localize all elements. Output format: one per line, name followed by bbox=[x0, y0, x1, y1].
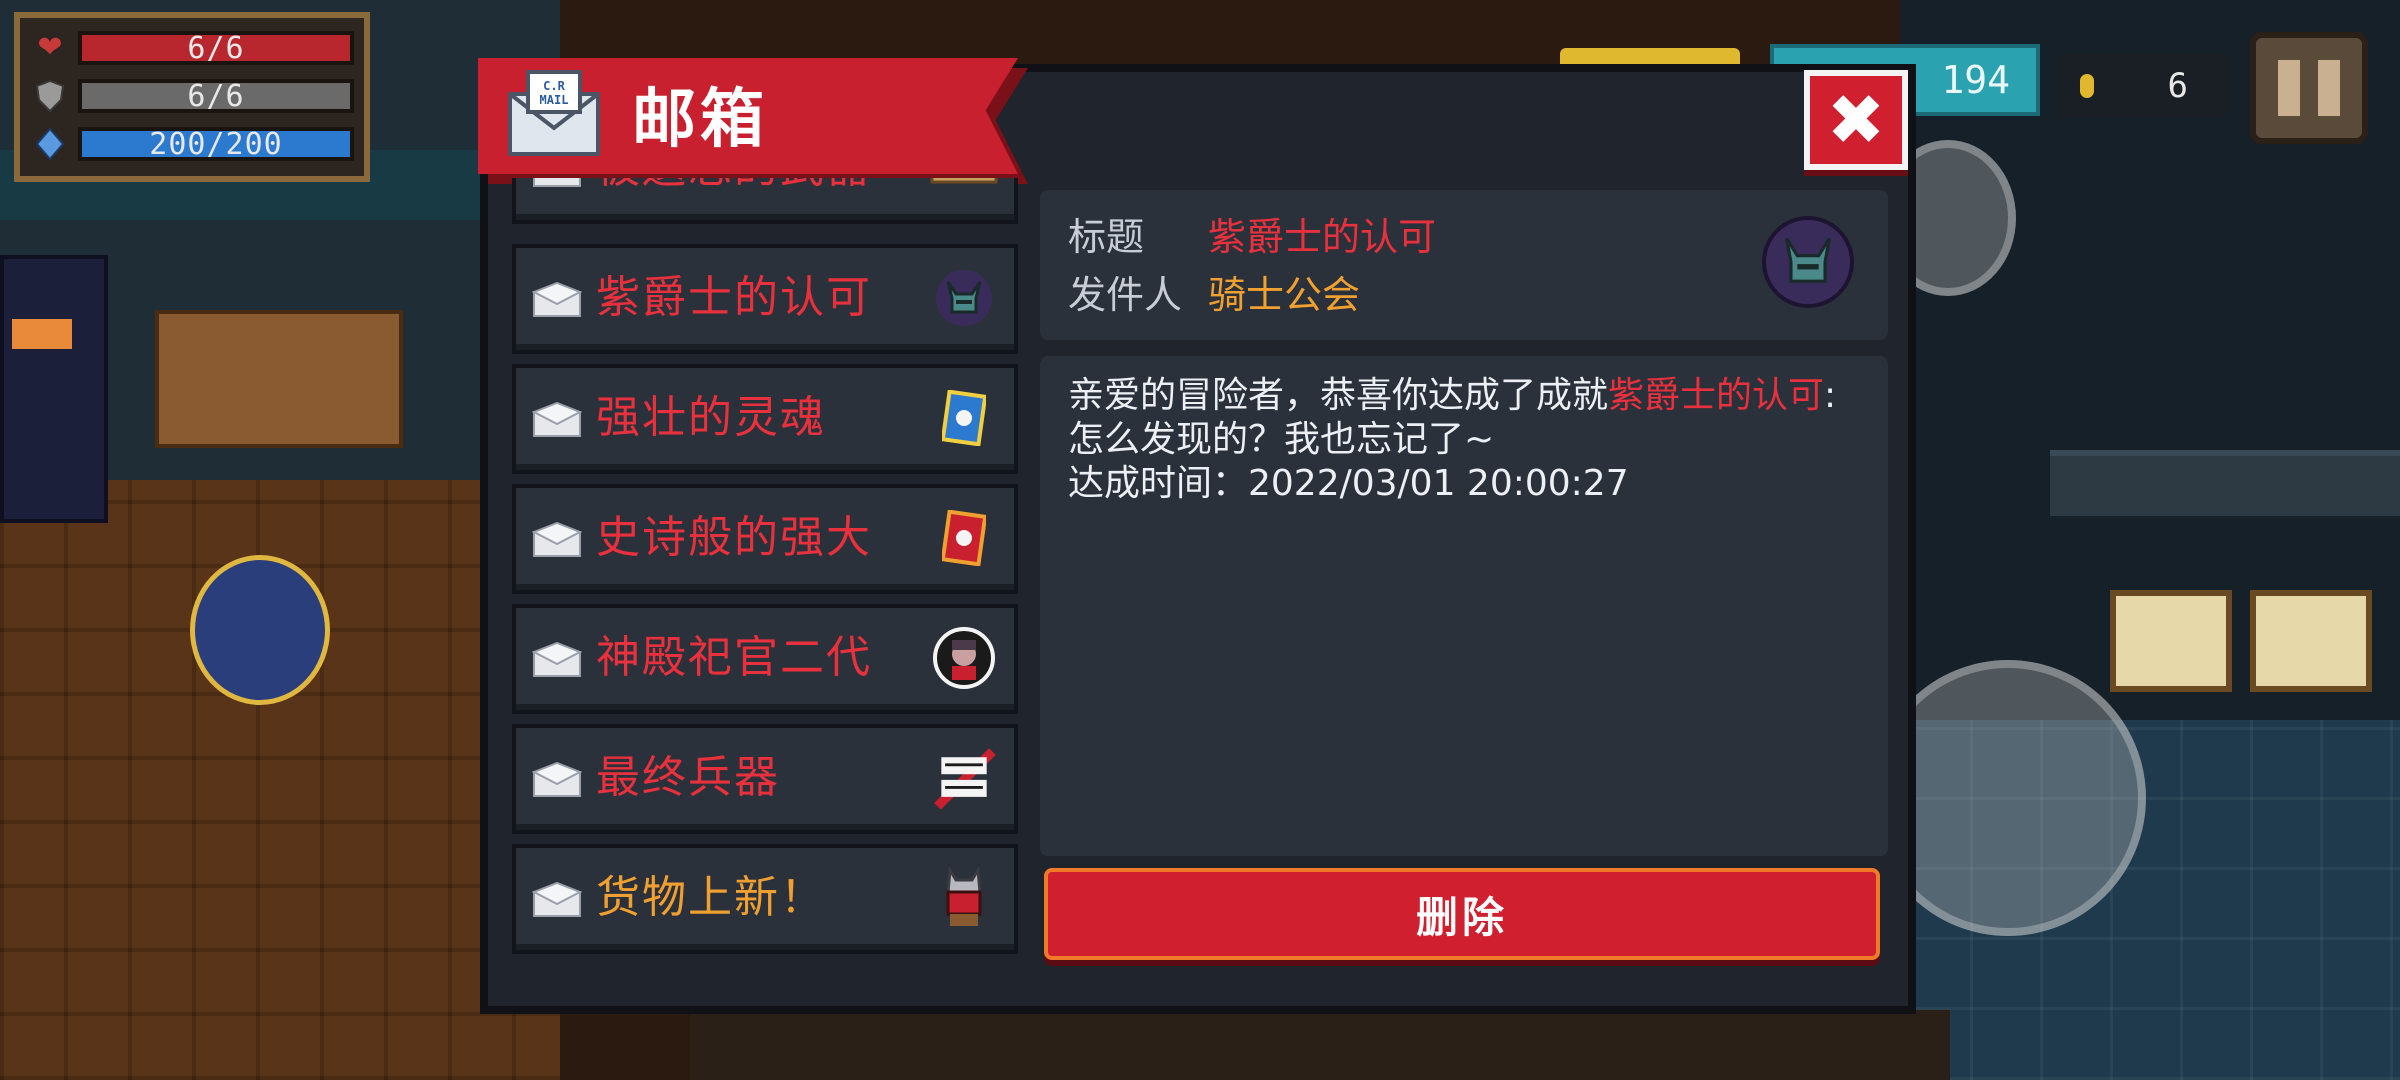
open-envelope-icon bbox=[532, 178, 582, 188]
vending-machine bbox=[0, 255, 108, 523]
body-highlight: 紫爵士的认可 bbox=[1608, 375, 1825, 416]
pause-icon bbox=[2278, 60, 2300, 116]
mail-item-label: 强壮的灵魂 bbox=[596, 392, 826, 443]
crystal-ball bbox=[190, 555, 330, 705]
mail-item-label: 被遗忘的武器 bbox=[596, 178, 926, 218]
machine-screen bbox=[12, 319, 72, 349]
floor-bottom bbox=[690, 1010, 1950, 1080]
pause-button[interactable] bbox=[2250, 32, 2368, 144]
subject-key: 标题 bbox=[1068, 215, 1145, 259]
mail-list[interactable]: 被遗忘的武器 紫爵士的认可 强壮的灵魂 史诗般的强大 bbox=[512, 178, 1018, 964]
open-envelope-icon bbox=[531, 881, 583, 918]
open-envelope-icon bbox=[531, 401, 583, 438]
mail-item-label: 最终兵器 bbox=[596, 752, 780, 803]
shelf-right bbox=[2050, 450, 2400, 516]
mail-list-item[interactable]: 货物上新！ bbox=[512, 844, 1018, 954]
mail-body-message: 亲爱的冒险者，恭喜你达成了成就紫爵士的认可:怎么发现的？我也忘记了~ bbox=[1068, 374, 1860, 462]
notice-board bbox=[2250, 590, 2372, 692]
mail-list-item[interactable]: 强壮的灵魂 bbox=[512, 364, 1018, 474]
achievement-time: 达成时间：2022/03/01 20:00:27 bbox=[1068, 463, 1629, 504]
coin-counter: 6 bbox=[2056, 54, 2228, 118]
sender-value: 骑士公会 bbox=[1208, 273, 1361, 317]
armor-row: 6/6 bbox=[32, 76, 354, 116]
mail-sender-row: 发件人 骑士公会 bbox=[1068, 270, 1360, 320]
blue-card-icon bbox=[930, 384, 998, 452]
notice-board bbox=[2110, 590, 2232, 692]
close-button[interactable]: ✖ bbox=[1804, 70, 1908, 170]
mail-envelope-icon: C.R MAIL bbox=[504, 64, 604, 160]
mail-item-label: 货物上新！ bbox=[596, 872, 826, 923]
open-envelope-icon bbox=[531, 281, 583, 318]
horned-knight-icon bbox=[1766, 220, 1850, 304]
open-envelope-icon bbox=[531, 641, 583, 678]
merchant-cat-icon bbox=[930, 864, 998, 932]
energy-row: 200/200 bbox=[32, 124, 354, 164]
mail-list-item[interactable]: 最终兵器 bbox=[512, 724, 1018, 834]
close-icon: ✖ bbox=[1826, 79, 1886, 161]
mail-body: 亲爱的冒险者，恭喜你达成了成就紫爵士的认可:怎么发现的？我也忘记了~ 达成时间：… bbox=[1040, 356, 1888, 856]
player-stats-panel: ❤ 6/6 6/6 200/200 bbox=[14, 12, 370, 182]
body-text: 亲爱的冒险者，恭喜你达成了成就 bbox=[1068, 375, 1609, 416]
shield-icon bbox=[32, 80, 68, 112]
mail-detail-header: 标题 紫爵士的认可 发件人 骑士公会 bbox=[1040, 190, 1888, 340]
final-weapon-logo bbox=[930, 744, 998, 812]
mail-item-label: 史诗般的强大 bbox=[596, 512, 872, 563]
scroll-map-icon bbox=[930, 178, 998, 202]
horned-knight-icon bbox=[930, 264, 998, 332]
health-bar: 6/6 bbox=[78, 31, 354, 66]
mail-item-label: 神殿祀官二代 bbox=[596, 632, 872, 683]
sender-key: 发件人 bbox=[1068, 273, 1183, 317]
heart-icon: ❤ bbox=[37, 30, 63, 65]
open-envelope-icon bbox=[531, 521, 583, 558]
armor-bar: 6/6 bbox=[78, 79, 354, 114]
workbench bbox=[155, 310, 403, 448]
mail-list-item[interactable]: 被遗忘的武器 bbox=[512, 178, 1018, 224]
open-envelope-icon bbox=[531, 761, 583, 798]
mailbox-title: 邮箱 bbox=[632, 83, 768, 157]
mail-item-label: 紫爵士的认可 bbox=[596, 272, 872, 323]
subject-value: 紫爵士的认可 bbox=[1208, 215, 1437, 259]
red-card-icon bbox=[930, 504, 998, 572]
coin-count: 6 bbox=[2167, 66, 2188, 106]
svg-text:C.R: C.R bbox=[543, 79, 565, 93]
svg-text:MAIL: MAIL bbox=[540, 93, 569, 107]
health-row: ❤ 6/6 bbox=[32, 28, 354, 68]
mail-list-item[interactable]: 紫爵士的认可 bbox=[512, 244, 1018, 354]
pause-icon bbox=[2318, 60, 2340, 116]
energy-diamond-icon bbox=[32, 128, 68, 160]
energy-bar: 200/200 bbox=[78, 127, 354, 162]
mail-list-item[interactable]: 史诗般的强大 bbox=[512, 484, 1018, 594]
mail-subject-row: 标题 紫爵士的认可 bbox=[1068, 212, 1436, 262]
coin-icon bbox=[2080, 74, 2094, 98]
priest-portrait-icon bbox=[930, 624, 998, 692]
mail-list-item[interactable]: 神殿祀官二代 bbox=[512, 604, 1018, 714]
delete-button[interactable]: 删除 bbox=[1044, 868, 1880, 960]
